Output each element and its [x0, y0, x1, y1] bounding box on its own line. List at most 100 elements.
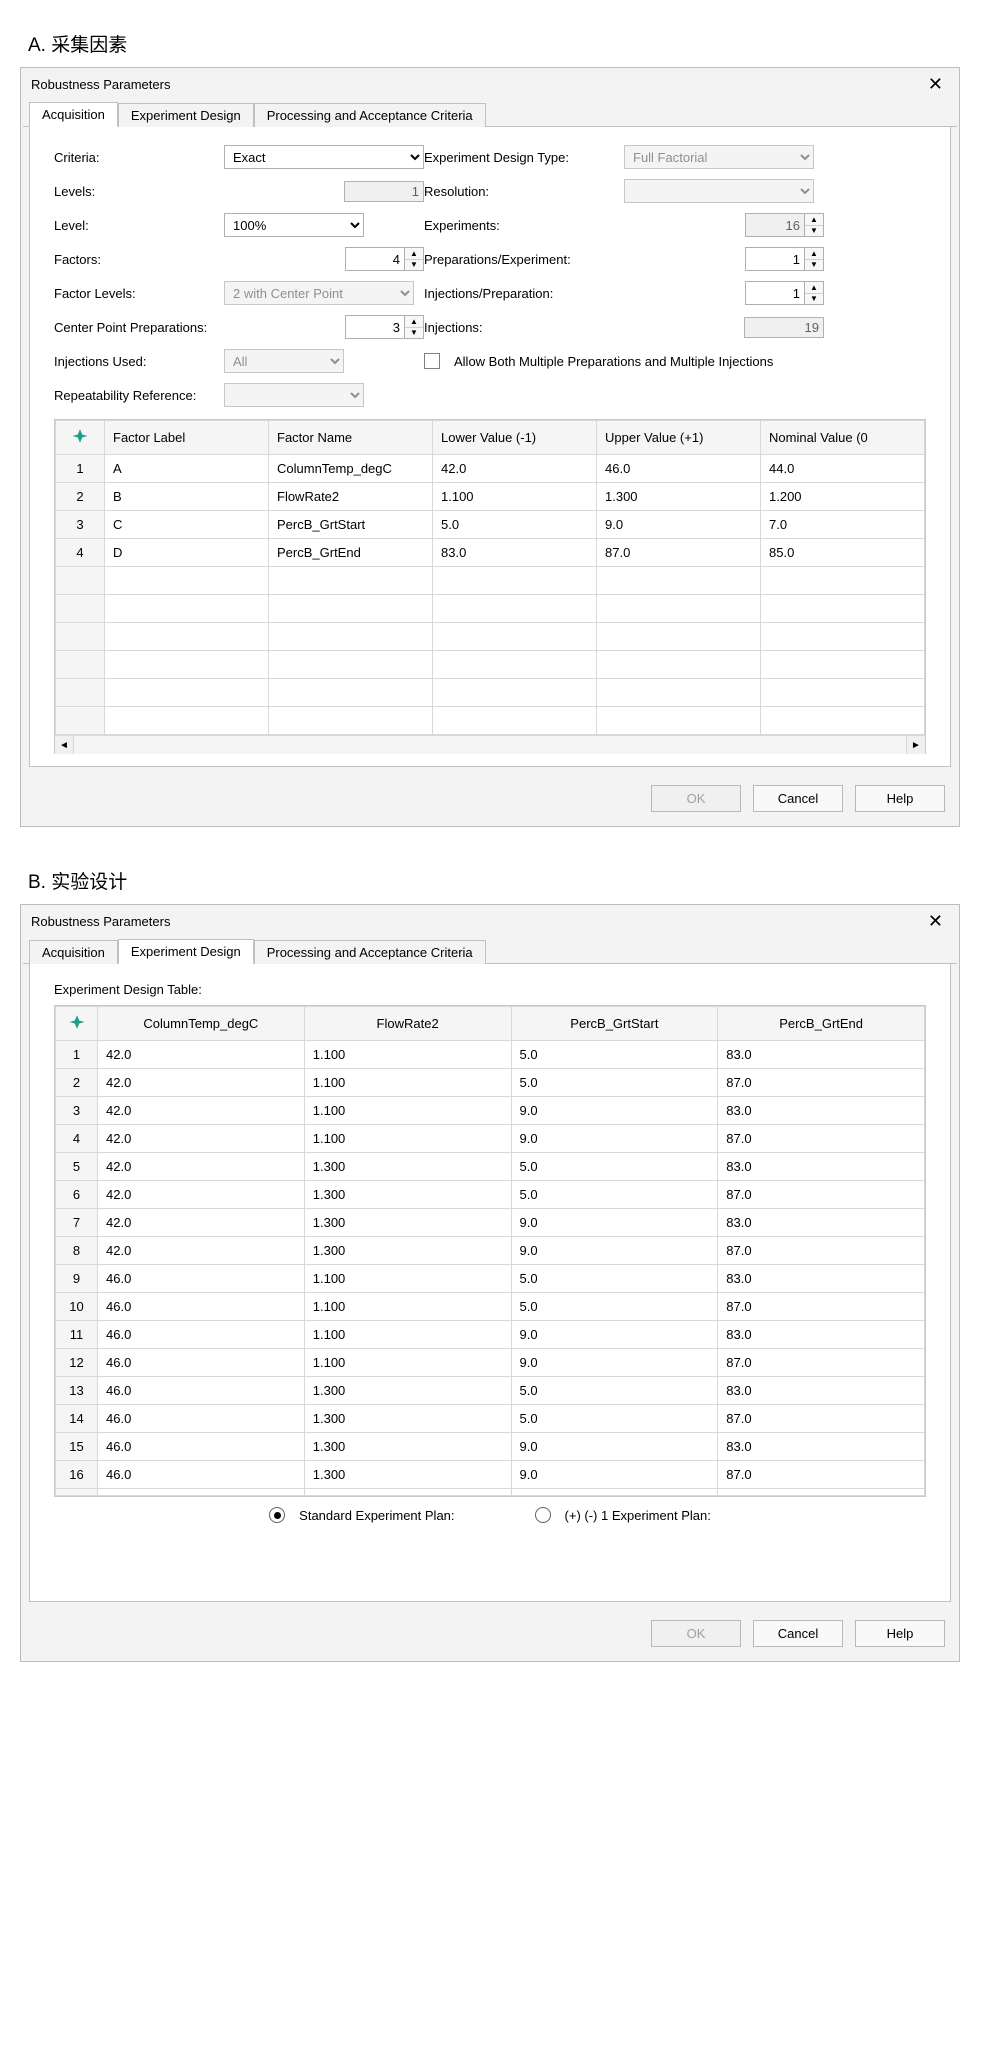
- standard-plan-radio[interactable]: [269, 1507, 285, 1523]
- value-cell[interactable]: 1.300: [304, 1377, 511, 1405]
- column-header[interactable]: PercB_GrtStart: [511, 1007, 718, 1041]
- value-cell[interactable]: 83.0: [718, 1377, 925, 1405]
- value-cell[interactable]: 9.0: [511, 1461, 718, 1489]
- table-row[interactable]: 1646.01.3009.087.0: [56, 1461, 925, 1489]
- value-cell[interactable]: 83.0: [718, 1153, 925, 1181]
- value-cell[interactable]: 1.100: [304, 1265, 511, 1293]
- exp-design-type-select[interactable]: Full Factorial: [624, 145, 814, 169]
- table-row[interactable]: 3CPercB_GrtStart5.09.07.0: [56, 511, 925, 539]
- upper-value-cell[interactable]: 9.0: [597, 511, 761, 539]
- factors-spinner[interactable]: ▲▼: [345, 247, 424, 271]
- table-row[interactable]: [56, 707, 925, 735]
- factor-label-cell[interactable]: A: [105, 455, 269, 483]
- cancel-button[interactable]: Cancel: [753, 1620, 843, 1647]
- tab-acquisition[interactable]: Acquisition: [29, 940, 118, 964]
- value-cell[interactable]: 1.300: [304, 1405, 511, 1433]
- value-cell[interactable]: 46.0: [98, 1377, 305, 1405]
- lower-value-cell[interactable]: 1.100: [433, 483, 597, 511]
- table-row[interactable]: 1346.01.3005.083.0: [56, 1377, 925, 1405]
- value-cell[interactable]: 42.0: [98, 1097, 305, 1125]
- upper-value-cell[interactable]: 1.300: [597, 483, 761, 511]
- table-row[interactable]: 442.01.1009.087.0: [56, 1125, 925, 1153]
- value-cell[interactable]: 83.0: [718, 1209, 925, 1237]
- value-cell[interactable]: 5.0: [511, 1153, 718, 1181]
- factor-name-cell[interactable]: PercB_GrtStart: [269, 511, 433, 539]
- value-cell[interactable]: 83.0: [718, 1265, 925, 1293]
- table-row[interactable]: [56, 567, 925, 595]
- column-header[interactable]: FlowRate2: [304, 1007, 511, 1041]
- column-header[interactable]: Upper Value (+1): [597, 421, 761, 455]
- value-cell[interactable]: 87.0: [718, 1181, 925, 1209]
- nominal-value-cell[interactable]: 85.0: [761, 539, 925, 567]
- factor-label-cell[interactable]: C: [105, 511, 269, 539]
- value-cell[interactable]: 5.0: [511, 1265, 718, 1293]
- value-cell[interactable]: 42.0: [98, 1069, 305, 1097]
- value-cell[interactable]: 1.300: [304, 1209, 511, 1237]
- value-cell[interactable]: 42.0: [98, 1181, 305, 1209]
- value-cell[interactable]: 46.0: [98, 1293, 305, 1321]
- value-cell[interactable]: 5.0: [511, 1405, 718, 1433]
- value-cell[interactable]: 5.0: [511, 1377, 718, 1405]
- value-cell[interactable]: 9.0: [511, 1237, 718, 1265]
- value-cell[interactable]: 1.300: [304, 1433, 511, 1461]
- value-cell[interactable]: 87.0: [718, 1405, 925, 1433]
- lower-value-cell[interactable]: 83.0: [433, 539, 597, 567]
- table-row[interactable]: 342.01.1009.083.0: [56, 1097, 925, 1125]
- value-cell[interactable]: 42.0: [98, 1041, 305, 1069]
- value-cell[interactable]: 9.0: [511, 1097, 718, 1125]
- table-row[interactable]: 842.01.3009.087.0: [56, 1237, 925, 1265]
- lower-value-cell[interactable]: 5.0: [433, 511, 597, 539]
- tab-experiment-design[interactable]: Experiment Design: [118, 103, 254, 127]
- table-row[interactable]: 1446.01.3005.087.0: [56, 1405, 925, 1433]
- factor-name-cell[interactable]: FlowRate2: [269, 483, 433, 511]
- center-point-spinner[interactable]: ▲▼: [345, 315, 424, 339]
- value-cell[interactable]: 46.0: [98, 1405, 305, 1433]
- ok-button[interactable]: OK: [651, 785, 741, 812]
- plusminus-plan-radio[interactable]: [535, 1507, 551, 1523]
- value-cell[interactable]: 1.100: [304, 1069, 511, 1097]
- factor-name-cell[interactable]: ColumnTemp_degC: [269, 455, 433, 483]
- value-cell[interactable]: 46.0: [98, 1461, 305, 1489]
- value-cell[interactable]: 5.0: [511, 1069, 718, 1097]
- table-row[interactable]: 542.01.3005.083.0: [56, 1153, 925, 1181]
- value-cell[interactable]: 46.0: [98, 1321, 305, 1349]
- table-row[interactable]: 142.01.1005.083.0: [56, 1041, 925, 1069]
- column-header[interactable]: Nominal Value (0: [761, 421, 925, 455]
- value-cell[interactable]: 1.300: [304, 1181, 511, 1209]
- inj-per-prep-spinner[interactable]: ▲▼: [745, 281, 824, 305]
- value-cell[interactable]: 83.0: [718, 1041, 925, 1069]
- prep-per-exp-spinner[interactable]: ▲▼: [745, 247, 824, 271]
- table-row[interactable]: 2BFlowRate21.1001.3001.200: [56, 483, 925, 511]
- value-cell[interactable]: 5.0: [511, 1041, 718, 1069]
- value-cell[interactable]: 42.0: [98, 1153, 305, 1181]
- value-cell[interactable]: 9.0: [511, 1321, 718, 1349]
- close-icon[interactable]: ✕: [922, 74, 949, 95]
- value-cell[interactable]: 87.0: [718, 1293, 925, 1321]
- table-row[interactable]: 1AColumnTemp_degC42.046.044.0: [56, 455, 925, 483]
- value-cell[interactable]: 83.0: [718, 1321, 925, 1349]
- close-icon[interactable]: ✕: [922, 911, 949, 932]
- value-cell[interactable]: 42.0: [98, 1209, 305, 1237]
- value-cell[interactable]: 1.100: [304, 1125, 511, 1153]
- value-cell[interactable]: 87.0: [718, 1461, 925, 1489]
- ok-button[interactable]: OK: [651, 1620, 741, 1647]
- help-button[interactable]: Help: [855, 785, 945, 812]
- value-cell[interactable]: 46.0: [98, 1433, 305, 1461]
- value-cell[interactable]: 42.0: [98, 1237, 305, 1265]
- column-header[interactable]: PercB_GrtEnd: [718, 1007, 925, 1041]
- value-cell[interactable]: 9.0: [511, 1125, 718, 1153]
- cancel-button[interactable]: Cancel: [753, 785, 843, 812]
- table-row[interactable]: [56, 595, 925, 623]
- table-row[interactable]: [56, 651, 925, 679]
- value-cell[interactable]: 46.0: [98, 1265, 305, 1293]
- factor-levels-select[interactable]: 2 with Center Point: [224, 281, 414, 305]
- table-row[interactable]: 242.01.1005.087.0: [56, 1069, 925, 1097]
- value-cell[interactable]: 9.0: [511, 1349, 718, 1377]
- allow-both-checkbox[interactable]: [424, 353, 440, 369]
- criteria-select[interactable]: Exact: [224, 145, 424, 169]
- table-scrollbar[interactable]: ◄ ►: [55, 735, 925, 754]
- help-button[interactable]: Help: [855, 1620, 945, 1647]
- table-row[interactable]: [56, 679, 925, 707]
- value-cell[interactable]: 9.0: [511, 1209, 718, 1237]
- tab-experiment-design[interactable]: Experiment Design: [118, 939, 254, 964]
